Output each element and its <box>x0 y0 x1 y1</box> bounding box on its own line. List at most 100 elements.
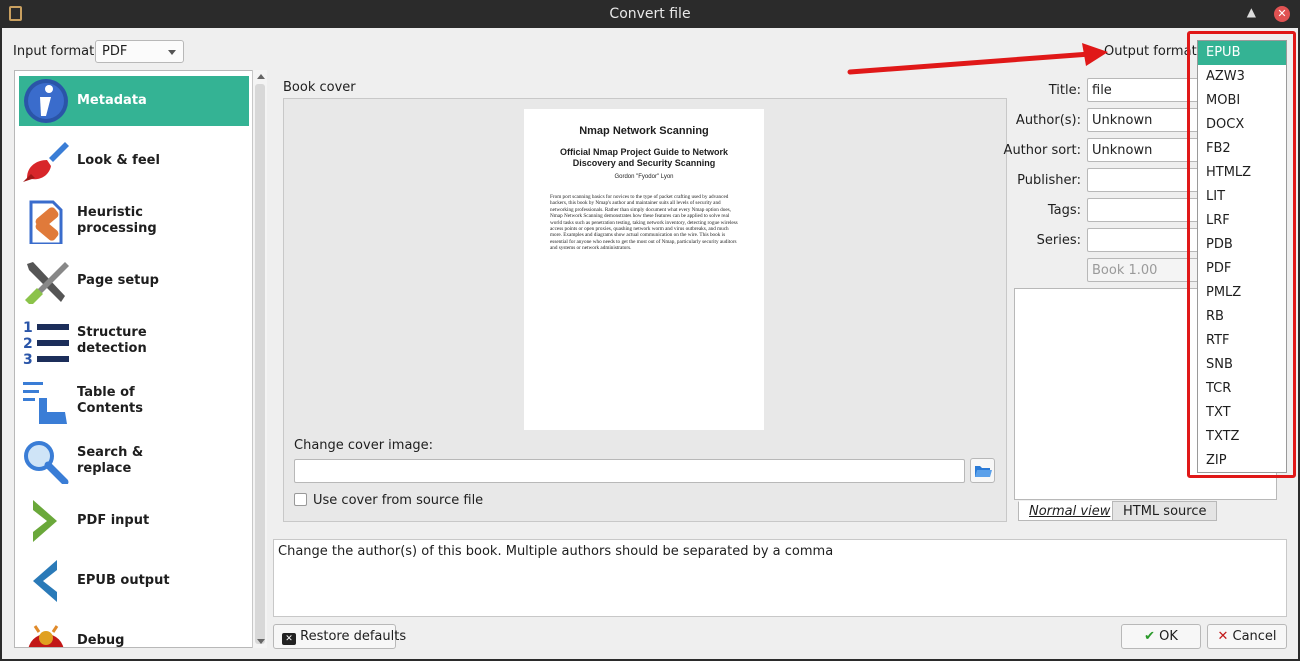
sidebar-item-label: Search & replace <box>77 445 144 476</box>
tags-input[interactable] <box>1087 198 1199 222</box>
cancel-button[interactable]: ✕ Cancel <box>1207 624 1287 649</box>
authors-input[interactable]: Unknown <box>1087 108 1199 132</box>
tab-label: Normal view <box>1029 504 1111 519</box>
sidebar-item-label: Heuristic processing <box>77 205 157 236</box>
sidebar-item-label: PDF input <box>77 513 150 528</box>
dropdown-option[interactable]: PDF <box>1198 257 1286 281</box>
dropdown-option[interactable]: TCR <box>1198 377 1286 401</box>
dropdown-option[interactable]: ZIP <box>1198 449 1286 473</box>
dropdown-option[interactable]: LIT <box>1198 185 1286 209</box>
help-text-box: Change the author(s) of this book. Multi… <box>273 539 1287 617</box>
sidebar-item-structure[interactable]: 1 2 3 Structure detection <box>19 316 249 366</box>
sidebar-item-label: Debug <box>77 633 125 648</box>
sidebar-item-epub-output[interactable]: EPUB output <box>19 556 249 606</box>
title-bar: Convert file ▲ ✕ <box>0 0 1300 28</box>
input-format-select[interactable]: PDF <box>95 40 184 63</box>
svg-text:2: 2 <box>23 336 33 352</box>
scrollbar-thumb[interactable] <box>255 84 265 644</box>
cover-author: Gordon "Fyodor" Lyon <box>614 174 674 180</box>
sidebar: Metadata Look & feel Heuristic processin… <box>14 70 267 648</box>
cover-path-input[interactable] <box>294 459 965 483</box>
dropdown-option[interactable]: SNB <box>1198 353 1286 377</box>
cover-blurb: From port scanning basics for novices to… <box>550 194 738 252</box>
bug-icon <box>28 625 64 647</box>
cover-image: Nmap Network Scanning Official Nmap Proj… <box>524 109 764 430</box>
tags-label: Tags: <box>1047 203 1081 218</box>
cover-subtitle: Official Nmap Project Guide to Network D… <box>559 147 729 168</box>
output-format-dropdown: EPUB AZW3 MOBI DOCX FB2 HTMLZ LIT LRF PD… <box>1197 40 1287 473</box>
svg-text:1: 1 <box>23 320 33 336</box>
dropdown-option[interactable]: RB <box>1198 305 1286 329</box>
dropdown-option[interactable]: HTMLZ <box>1198 161 1286 185</box>
author-sort-label: Author sort: <box>1003 143 1081 158</box>
sidebar-item-debug[interactable]: Debug <box>19 616 249 648</box>
change-cover-label: Change cover image: <box>294 438 434 453</box>
sidebar-item-label: Structure detection <box>77 325 147 356</box>
series-index-input[interactable]: Book 1.00 <box>1087 258 1199 282</box>
restore-defaults-button[interactable]: ✕ Restore defaults <box>273 624 406 649</box>
magnifier-icon <box>24 441 69 484</box>
folder-open-icon <box>975 466 992 477</box>
scroll-up-icon[interactable] <box>257 74 265 79</box>
input-format-value: PDF <box>102 44 128 59</box>
series-label: Series: <box>1036 233 1081 248</box>
sidebar-item-label: Metadata <box>77 93 147 108</box>
title-input[interactable]: file <box>1087 78 1199 102</box>
sidebar-item-label: Look & feel <box>77 153 160 168</box>
cancel-icon: ✕ <box>1217 629 1229 644</box>
dropdown-option[interactable]: MOBI <box>1198 89 1286 113</box>
shade-icon[interactable]: ▲ <box>1247 5 1256 19</box>
paintbrush-icon <box>23 142 69 182</box>
ok-button[interactable]: ✔ OK <box>1121 624 1201 649</box>
chevron-left-icon <box>33 560 57 602</box>
dropdown-option[interactable]: TXTZ <box>1198 425 1286 449</box>
sidebar-item-label: Page setup <box>77 273 159 288</box>
sidebar-item-page-setup[interactable]: Page setup <box>19 256 249 306</box>
sidebar-item-metadata[interactable]: Metadata <box>19 76 249 126</box>
checkmark-icon: ✔ <box>1144 629 1155 644</box>
dropdown-option[interactable]: AZW3 <box>1198 65 1286 89</box>
sidebar-item-toc[interactable]: Table of Contents <box>19 376 249 426</box>
sidebar-item-look-feel[interactable]: Look & feel <box>19 136 249 186</box>
sidebar-item-pdf-input[interactable]: PDF input <box>19 496 249 546</box>
scroll-down-icon[interactable] <box>257 639 265 644</box>
dropdown-option[interactable]: PDB <box>1198 233 1286 257</box>
book-cover-label: Book cover <box>283 80 356 95</box>
sidebar-item-label: EPUB output <box>77 573 170 588</box>
dropdown-option[interactable]: PMLZ <box>1198 281 1286 305</box>
publisher-input[interactable] <box>1087 168 1199 192</box>
close-window-button[interactable]: ✕ <box>1274 6 1290 22</box>
dropdown-option[interactable]: EPUB <box>1198 41 1286 65</box>
dropdown-option[interactable]: FB2 <box>1198 137 1286 161</box>
svg-text:3: 3 <box>23 352 33 364</box>
bandage-icon <box>29 200 63 244</box>
tab-label: HTML source <box>1123 504 1207 519</box>
toc-hand-icon <box>23 382 67 424</box>
button-label: OK <box>1159 629 1178 644</box>
series-input[interactable] <box>1087 228 1199 252</box>
button-label: Cancel <box>1232 629 1277 644</box>
window-title: Convert file <box>609 6 691 22</box>
title-label: Title: <box>1048 83 1081 98</box>
tab-normal-view[interactable]: Normal view <box>1018 501 1122 521</box>
wrench-screwdriver-icon <box>25 262 69 304</box>
dropdown-option[interactable]: LRF <box>1198 209 1286 233</box>
numbered-list-icon: 1 2 3 <box>23 320 69 364</box>
dropdown-option[interactable]: TXT <box>1198 401 1286 425</box>
chevron-right-icon <box>33 500 57 542</box>
annotation-arrow-icon <box>847 43 1108 75</box>
use-source-cover-checkbox[interactable] <box>294 493 307 506</box>
tab-html-source[interactable]: HTML source <box>1112 501 1218 521</box>
sidebar-scrollbar[interactable] <box>252 70 267 648</box>
dropdown-option[interactable]: RTF <box>1198 329 1286 353</box>
info-icon <box>24 79 68 123</box>
browse-cover-button[interactable] <box>970 458 995 483</box>
dropdown-option[interactable]: DOCX <box>1198 113 1286 137</box>
button-label: Restore defaults <box>300 629 407 644</box>
sidebar-item-search-replace[interactable]: Search & replace <box>19 436 249 486</box>
cover-title: Nmap Network Scanning <box>579 125 709 137</box>
help-text: Change the author(s) of this book. Multi… <box>278 544 834 559</box>
author-sort-input[interactable]: Unknown <box>1087 138 1199 162</box>
sidebar-item-heuristic[interactable]: Heuristic processing <box>19 196 249 246</box>
use-source-cover-label: Use cover from source file <box>313 493 484 508</box>
